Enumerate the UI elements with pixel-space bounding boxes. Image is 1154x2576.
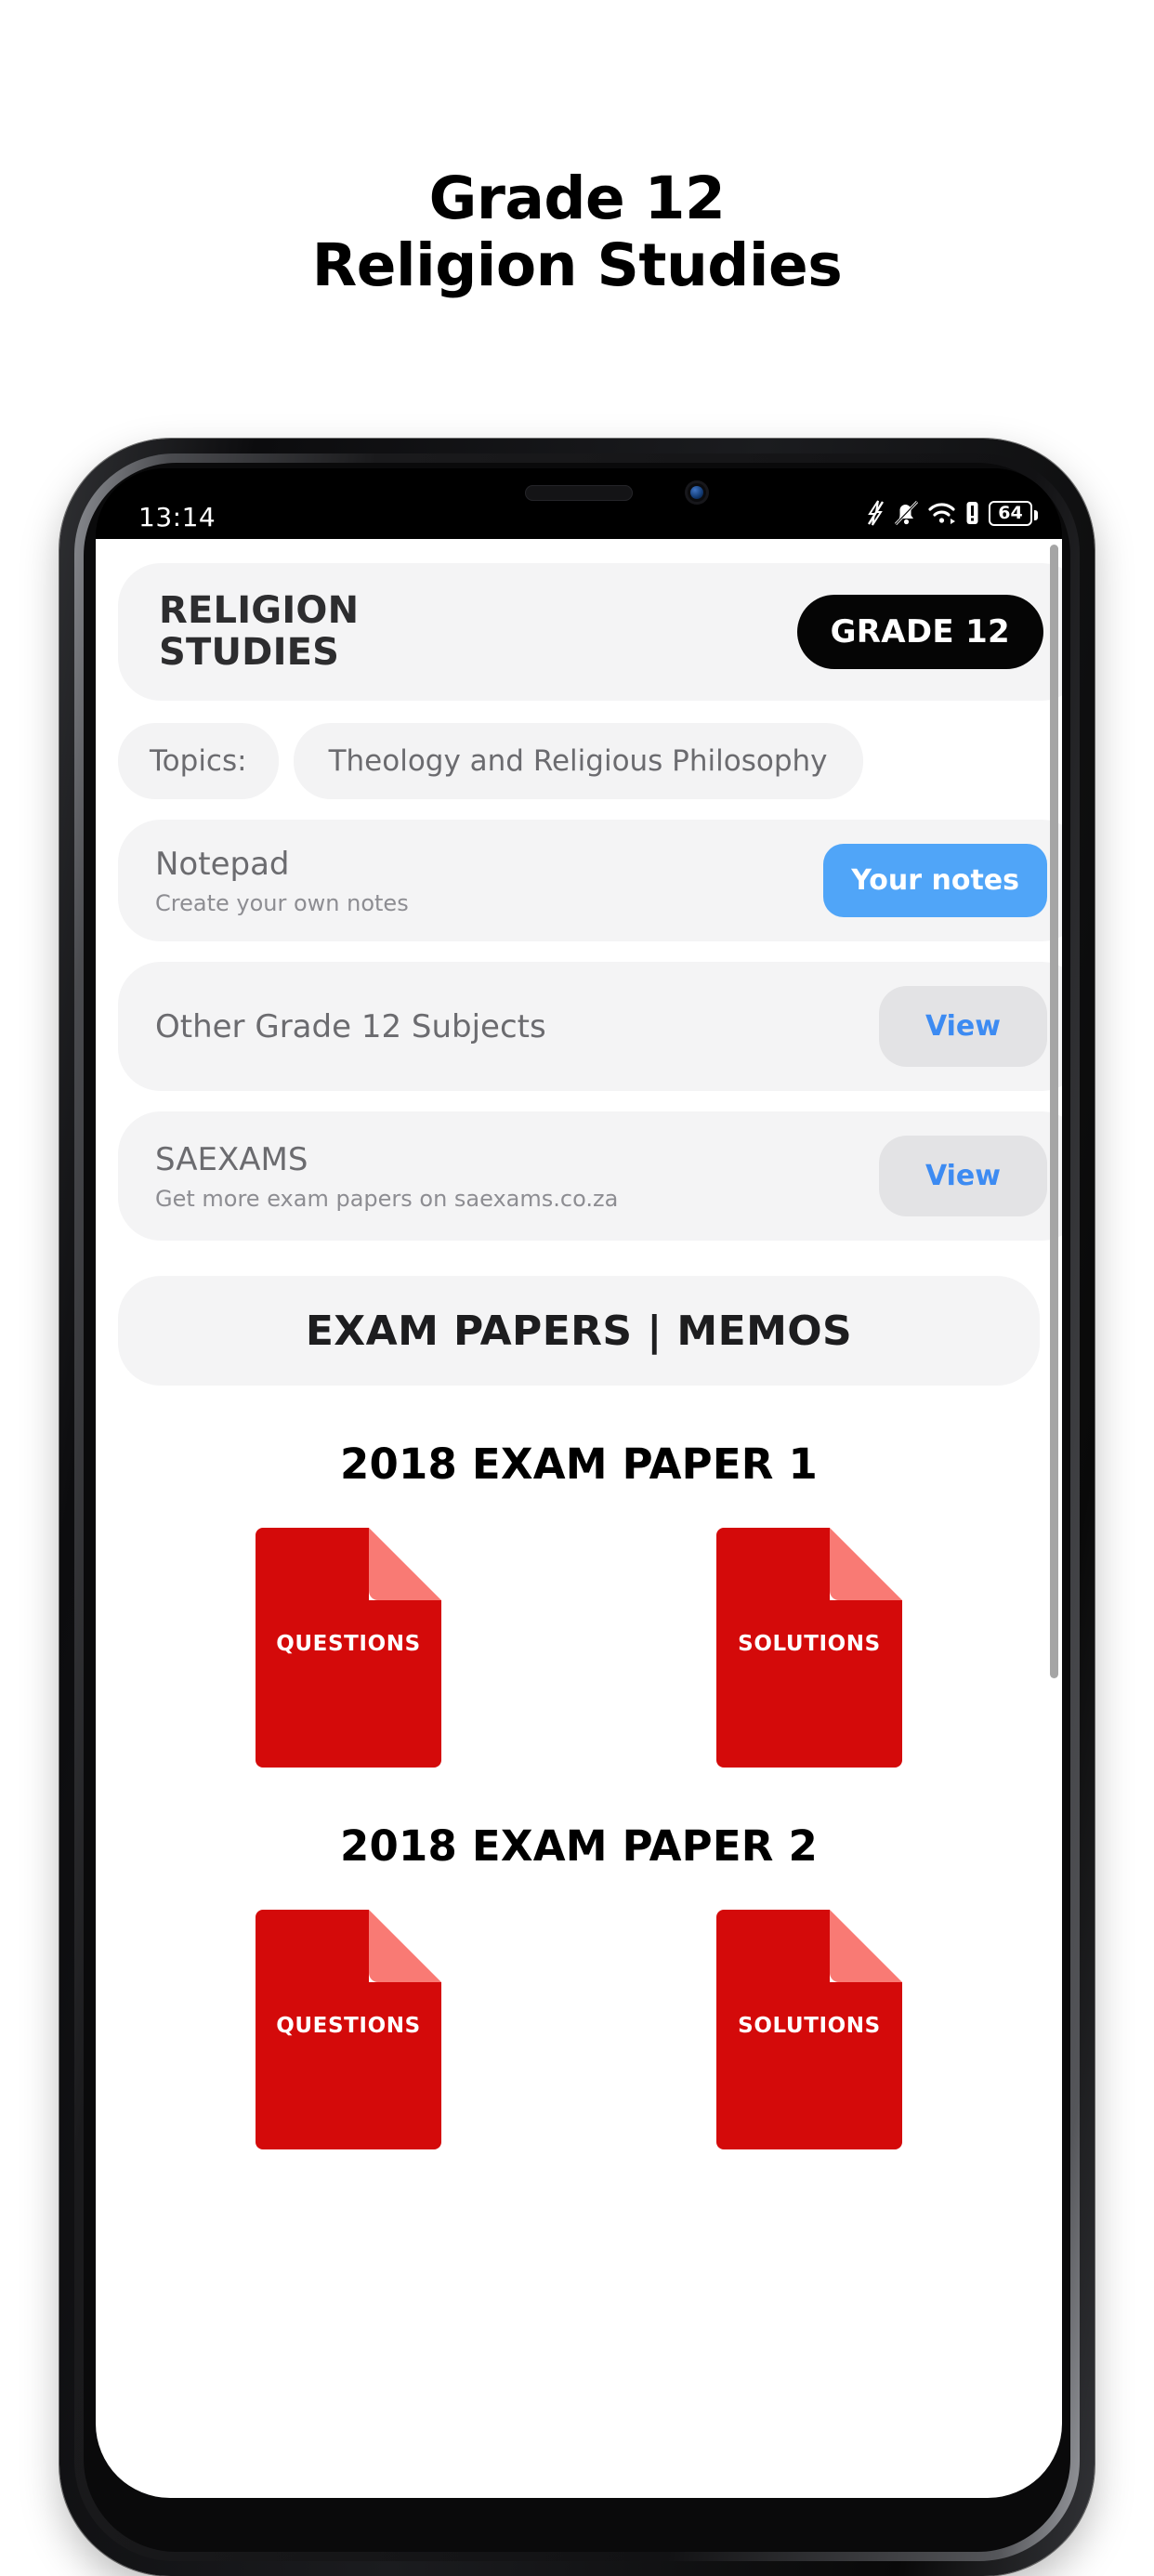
flash-off-icon bbox=[867, 500, 885, 526]
paper-2-documents: QUESTIONS SOLUTIONS bbox=[118, 1910, 1040, 2149]
paper-2-questions-document[interactable]: QUESTIONS bbox=[256, 1910, 441, 2149]
other-subjects-row[interactable]: Other Grade 12 Subjects View bbox=[118, 962, 1062, 1091]
subject-header-card: RELIGION STUDIES GRADE 12 bbox=[118, 563, 1062, 701]
other-subjects-title: Other Grade 12 Subjects bbox=[155, 1007, 546, 1045]
vertical-scrollbar[interactable] bbox=[1050, 545, 1058, 1678]
paper-2-title: 2018 EXAM PAPER 2 bbox=[339, 1821, 819, 1871]
phone-screen: 13:14 64 RELIGION STUDIES GRADE 12 Topic… bbox=[96, 468, 1062, 2498]
front-camera-icon bbox=[685, 480, 709, 505]
topics-label: Topics: bbox=[118, 723, 279, 799]
bell-off-icon bbox=[894, 500, 919, 526]
battery-icon: 64 bbox=[989, 500, 1038, 526]
saexams-row[interactable]: SAEXAMS Get more exam papers on saexams.… bbox=[118, 1111, 1062, 1241]
paper-1-questions-document[interactable]: QUESTIONS bbox=[256, 1528, 441, 1768]
saexams-view-button[interactable]: View bbox=[878, 1136, 1047, 1216]
exam-papers-banner: EXAM PAPERS | MEMOS bbox=[118, 1276, 1040, 1386]
notepad-row[interactable]: Notepad Create your own notes Your notes bbox=[118, 820, 1062, 941]
paper-1-title: 2018 EXAM PAPER 1 bbox=[339, 1439, 819, 1489]
other-subjects-text: Other Grade 12 Subjects bbox=[155, 1008, 546, 1045]
paper-2-solutions-document[interactable]: SOLUTIONS bbox=[716, 1910, 902, 2149]
paper-1-questions-label: QUESTIONS bbox=[276, 1632, 421, 1656]
page-title: Grade 12 Religion Studies bbox=[0, 164, 1154, 300]
saexams-title: SAEXAMS bbox=[155, 1140, 308, 1178]
notepad-subtitle: Create your own notes bbox=[155, 889, 409, 916]
page-title-line2: Religion Studies bbox=[311, 231, 843, 300]
alert-icon bbox=[964, 500, 980, 526]
paper-1-solutions-label: SOLUTIONS bbox=[738, 1632, 881, 1656]
subject-title-line2: STUDIES bbox=[159, 631, 340, 674]
notepad-text: Notepad Create your own notes bbox=[155, 846, 409, 916]
saexams-subtitle: Get more exam papers on saexams.co.za bbox=[155, 1185, 619, 1212]
scroll-container[interactable]: RELIGION STUDIES GRADE 12 Topics: Theolo… bbox=[96, 539, 1062, 2498]
wifi-icon bbox=[927, 500, 956, 526]
subject-title: RELIGION STUDIES bbox=[159, 590, 359, 674]
paper-1-solutions-document[interactable]: SOLUTIONS bbox=[716, 1528, 902, 1768]
notepad-title: Notepad bbox=[155, 845, 290, 883]
topic-chip[interactable]: Theology and Religious Philosophy bbox=[293, 723, 863, 799]
subject-title-line1: RELIGION bbox=[159, 589, 360, 633]
grade-badge: GRADE 12 bbox=[796, 595, 1043, 669]
app-content: RELIGION STUDIES GRADE 12 Topics: Theolo… bbox=[96, 539, 1062, 2498]
battery-level: 64 bbox=[998, 503, 1023, 523]
other-subjects-view-button[interactable]: View bbox=[878, 986, 1047, 1067]
status-bar: 13:14 64 bbox=[96, 468, 1062, 539]
your-notes-button[interactable]: Your notes bbox=[823, 844, 1047, 917]
saexams-text: SAEXAMS Get more exam papers on saexams.… bbox=[155, 1141, 618, 1212]
earpiece-speaker-icon bbox=[525, 485, 633, 501]
topics-row: Topics: Theology and Religious Philosoph… bbox=[118, 723, 1062, 799]
paper-2-questions-label: QUESTIONS bbox=[276, 2014, 421, 2038]
page-title-line1: Grade 12 bbox=[428, 164, 726, 232]
status-bar-icons: 64 bbox=[867, 500, 1038, 526]
paper-1-documents: QUESTIONS SOLUTIONS bbox=[118, 1528, 1040, 1768]
status-bar-clock: 13:14 bbox=[138, 502, 216, 532]
paper-2-solutions-label: SOLUTIONS bbox=[738, 2014, 881, 2038]
